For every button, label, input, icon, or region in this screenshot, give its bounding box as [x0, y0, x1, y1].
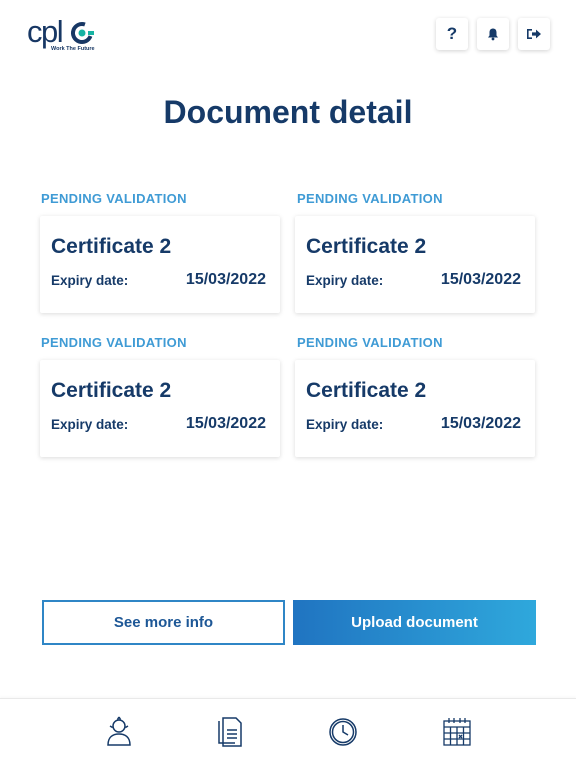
upload-document-button[interactable]: Upload document [293, 600, 536, 645]
bell-icon [488, 28, 498, 41]
document-status: PENDING VALIDATION [297, 335, 443, 350]
see-more-info-button[interactable]: See more info [42, 600, 285, 645]
calendar-icon [443, 718, 471, 746]
expiry-date: 15/03/2022 [440, 271, 521, 288]
logo-tagline: Work The Future [51, 46, 95, 52]
notifications-button[interactable] [477, 18, 509, 50]
document-title: Certificate 2 [306, 235, 427, 258]
document-card[interactable]: Certificate 2 Expiry date: 15/03/2022 [295, 360, 535, 457]
document-card[interactable]: Certificate 2 Expiry date: 15/03/2022 [40, 360, 280, 457]
expiry-date: 15/03/2022 [440, 415, 521, 432]
help-button[interactable]: ? [436, 18, 468, 50]
clock-icon [329, 718, 357, 746]
nav-item-profile[interactable] [102, 715, 136, 749]
document-title: Certificate 2 [51, 379, 172, 402]
logo-wordmark: cpl [27, 14, 64, 49]
nav-item-calendar[interactable] [440, 715, 474, 749]
page-title: Document detail [163, 94, 413, 130]
expiry-label: Expiry date: [306, 417, 384, 432]
expiry-label: Expiry date: [51, 417, 129, 432]
document-card[interactable]: Certificate 2 Expiry date: 15/03/2022 [40, 216, 280, 313]
profile-icon [107, 716, 131, 746]
logout-button[interactable] [518, 18, 550, 50]
expiry-label: Expiry date: [51, 273, 129, 288]
document-title: Certificate 2 [306, 379, 427, 402]
expiry-date: 15/03/2022 [185, 271, 266, 288]
document-status: PENDING VALIDATION [41, 335, 187, 350]
logo-mark-icon [71, 22, 94, 44]
nav-item-history[interactable] [326, 715, 360, 749]
help-icon: ? [446, 24, 458, 43]
logout-icon [527, 29, 541, 39]
document-card[interactable]: Certificate 2 Expiry date: 15/03/2022 [295, 216, 535, 313]
document-title: Certificate 2 [51, 235, 172, 258]
document-status: PENDING VALIDATION [41, 191, 187, 206]
nav-item-documents[interactable] [213, 715, 247, 749]
bottom-nav [0, 698, 576, 768]
documents-icon [218, 717, 242, 747]
cpl-logo: cpl Work The Future [27, 14, 97, 54]
expiry-date: 15/03/2022 [185, 415, 266, 432]
expiry-label: Expiry date: [306, 273, 384, 288]
document-status: PENDING VALIDATION [297, 191, 443, 206]
